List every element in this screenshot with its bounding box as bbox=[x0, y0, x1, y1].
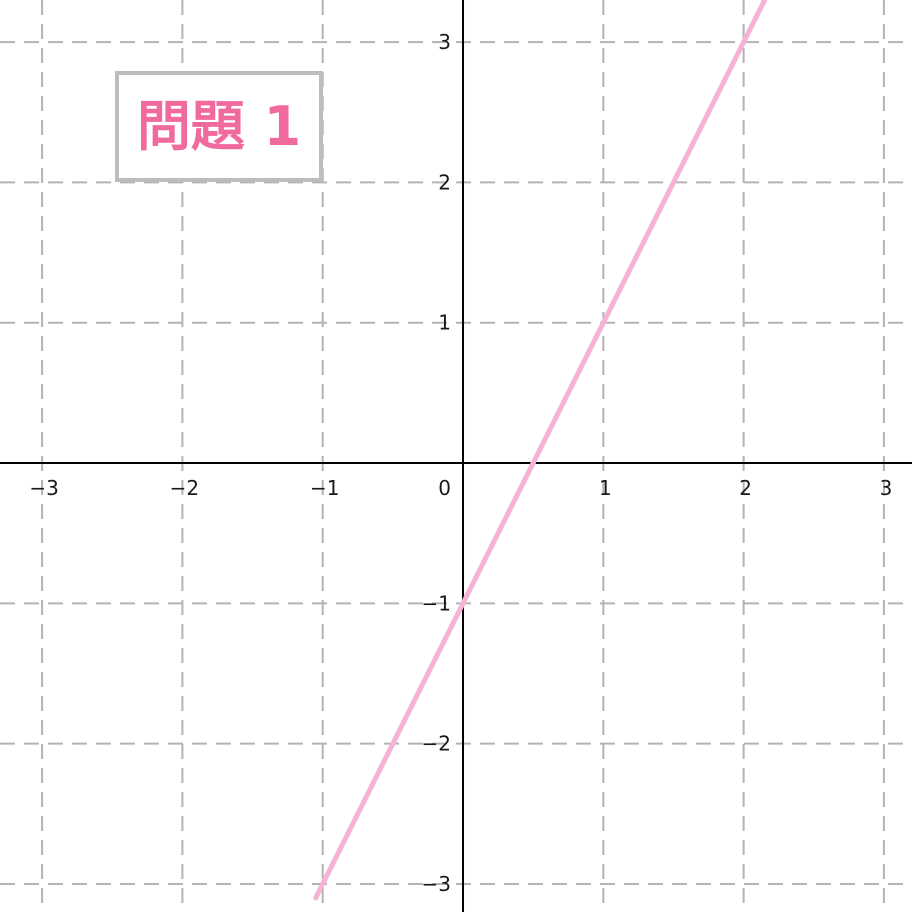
x-tick-label: −3 bbox=[29, 476, 58, 500]
y-tick-label: 3 bbox=[438, 30, 451, 54]
x-tick-label: 3 bbox=[880, 476, 893, 500]
series-layer bbox=[313, 0, 768, 901]
chart-title: 問題 1 bbox=[137, 95, 301, 158]
y-tick-label: 2 bbox=[438, 170, 451, 194]
chart-title-box: 問題 1 bbox=[115, 71, 323, 182]
y-tick-label: −1 bbox=[422, 591, 451, 615]
y-tick-label: −3 bbox=[422, 872, 451, 896]
y-tick-label: −2 bbox=[422, 732, 451, 756]
x-tick-label: −2 bbox=[170, 476, 199, 500]
x-tick-label: 1 bbox=[599, 476, 612, 500]
chart: 0 −3 −2 −1 1 2 3 3 2 1 −1 −2 −3 問題 1 bbox=[0, 0, 912, 912]
y-tick-label: 1 bbox=[438, 311, 451, 335]
origin-label: 0 bbox=[438, 476, 451, 500]
series-line bbox=[313, 0, 768, 901]
x-tick-label: −1 bbox=[310, 476, 339, 500]
x-tick-label: 2 bbox=[739, 476, 752, 500]
